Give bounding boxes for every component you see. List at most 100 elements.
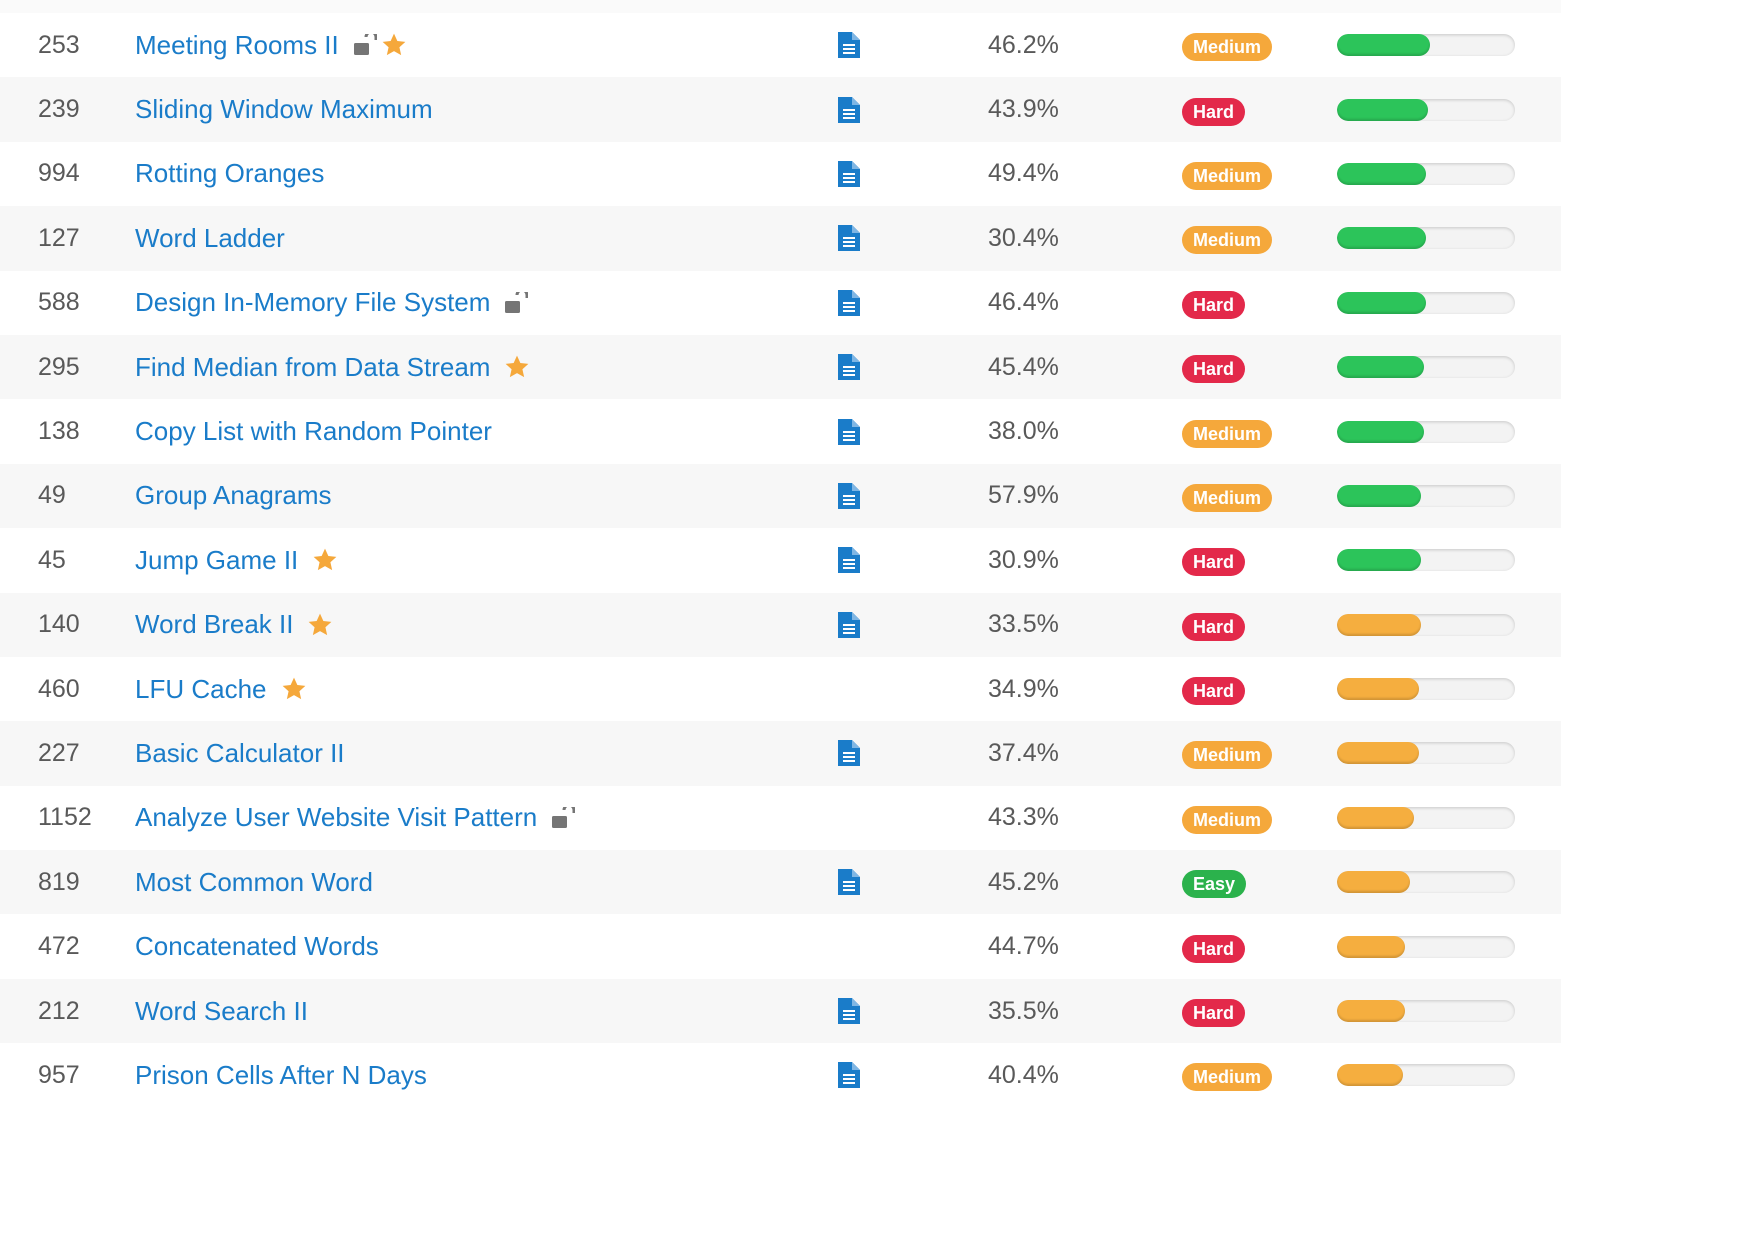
frequency-bar <box>1337 1064 1515 1087</box>
problem-title-link[interactable]: Copy List with Random Pointer <box>135 416 492 447</box>
problem-title-link[interactable]: Design In-Memory File System <box>135 287 490 318</box>
difficulty-badge: Medium <box>1182 805 1273 834</box>
difficulty-cell: Hard <box>1182 77 1246 141</box>
problem-id: 212 <box>38 996 80 1025</box>
problem-id: 253 <box>38 30 80 59</box>
frequency-cell <box>1337 206 1515 270</box>
difficulty-cell: Medium <box>1182 464 1273 528</box>
frequency-bar-fill <box>1337 162 1426 185</box>
solution-doc-icon[interactable] <box>838 96 860 123</box>
solution-cell <box>838 206 860 270</box>
frequency-cell <box>1337 399 1515 463</box>
problem-title-link[interactable]: Concatenated Words <box>135 931 379 962</box>
difficulty-badge: Hard <box>1182 290 1246 319</box>
problem-title-cell: Find Median from Data Stream <box>135 335 530 399</box>
acceptance-rate: 43.9% <box>988 95 1059 124</box>
problem-row: 239 Sliding Window Maximum 43.9% Hard <box>0 77 1561 142</box>
frequency-cell <box>1337 142 1515 206</box>
acceptance-rate: 38.0% <box>988 417 1059 446</box>
problem-id: 138 <box>38 417 80 446</box>
difficulty-badge: Medium <box>1182 226 1273 255</box>
solution-doc-icon[interactable] <box>838 32 860 59</box>
frequency-bar <box>1337 484 1515 507</box>
acceptance-rate: 30.9% <box>988 545 1059 574</box>
solution-doc-icon[interactable] <box>838 289 860 316</box>
difficulty-cell: Hard <box>1182 528 1246 592</box>
frequency-cell <box>1337 1043 1515 1107</box>
problem-title-link[interactable]: Rotting Oranges <box>135 158 324 189</box>
problem-title-link[interactable]: Find Median from Data Stream <box>135 352 490 383</box>
problem-id: 1152 <box>38 803 92 832</box>
star-icon <box>312 547 338 573</box>
frequency-bar <box>1337 613 1515 636</box>
problem-title-link[interactable]: Word Break II <box>135 609 293 640</box>
solution-doc-icon[interactable] <box>838 160 860 187</box>
lock-icon <box>551 806 576 829</box>
solution-doc-icon[interactable] <box>838 611 860 638</box>
difficulty-badge: Medium <box>1182 161 1273 190</box>
solution-doc-icon[interactable] <box>838 482 860 509</box>
problem-title-link[interactable]: Group Anagrams <box>135 480 332 511</box>
solution-doc-icon[interactable] <box>838 869 860 896</box>
lock-icon <box>353 34 377 56</box>
problem-title-link[interactable]: Word Ladder <box>135 223 285 254</box>
acceptance-rate: 33.5% <box>988 610 1059 639</box>
difficulty-badge: Medium <box>1182 1063 1273 1092</box>
difficulty-badge: Hard <box>1182 612 1246 641</box>
solution-doc-icon[interactable] <box>838 998 860 1025</box>
difficulty-badge: Easy <box>1182 870 1247 899</box>
solution-cell <box>838 593 860 657</box>
frequency-bar <box>1337 162 1515 185</box>
problem-title-cell: Sliding Window Maximum <box>135 77 433 141</box>
problem-title-link[interactable]: Analyze User Website Visit Pattern <box>135 802 537 833</box>
star-icon <box>381 32 407 58</box>
problem-title-link[interactable]: Sliding Window Maximum <box>135 94 433 125</box>
solution-doc-icon[interactable] <box>838 354 860 381</box>
solution-doc-icon[interactable] <box>838 225 860 252</box>
solution-doc-icon[interactable] <box>838 1062 860 1089</box>
problem-row: 819 Most Common Word 45.2% Easy <box>0 850 1561 915</box>
acceptance-rate: 46.2% <box>988 30 1059 59</box>
frequency-bar <box>1337 678 1515 701</box>
solution-cell <box>838 464 860 528</box>
difficulty-badge: Hard <box>1182 999 1246 1028</box>
solution-doc-icon[interactable] <box>838 418 860 445</box>
problem-title-link[interactable]: Most Common Word <box>135 867 373 898</box>
solution-doc-icon[interactable] <box>838 547 860 574</box>
frequency-bar-fill <box>1337 678 1419 701</box>
acceptance-rate: 44.7% <box>988 932 1059 961</box>
problem-row: 138 Copy List with Random Pointer 38.0% … <box>0 399 1561 464</box>
frequency-bar <box>1337 871 1515 894</box>
difficulty-badge: Medium <box>1182 483 1273 512</box>
problem-title-link[interactable]: Meeting Rooms II <box>135 30 339 61</box>
problem-title-link[interactable]: Jump Game II <box>135 545 298 576</box>
problem-title-link[interactable]: Basic Calculator II <box>135 738 345 769</box>
problem-row: 253 Meeting Rooms II 46.2% Medium <box>0 13 1561 78</box>
difficulty-cell: Hard <box>1182 335 1246 399</box>
solution-cell <box>838 13 860 77</box>
problem-title-link[interactable]: LFU Cache <box>135 674 267 705</box>
difficulty-badge: Hard <box>1182 934 1246 963</box>
difficulty-cell: Hard <box>1182 979 1246 1043</box>
solution-doc-icon[interactable] <box>838 740 860 767</box>
problem-row: 1152 Analyze User Website Visit Pattern … <box>0 785 1561 851</box>
difficulty-badge: Hard <box>1182 97 1246 126</box>
acceptance-rate: 35.5% <box>988 996 1059 1025</box>
frequency-bar-fill <box>1337 291 1426 314</box>
problem-title-cell: Design In-Memory File System <box>135 271 529 335</box>
problem-id: 295 <box>38 352 80 381</box>
frequency-cell <box>1337 464 1515 528</box>
acceptance-rate: 43.3% <box>988 803 1059 832</box>
solution-cell <box>838 850 860 914</box>
frequency-bar <box>1337 291 1515 314</box>
frequency-bar <box>1337 356 1515 379</box>
lock-icon <box>504 291 529 314</box>
acceptance-rate: 49.4% <box>988 159 1059 188</box>
frequency-cell <box>1337 657 1515 721</box>
star-icon <box>504 354 530 380</box>
problem-title-link[interactable]: Word Search II <box>135 996 308 1027</box>
problem-title-link[interactable]: Prison Cells After N Days <box>135 1060 427 1091</box>
frequency-bar-fill <box>1337 484 1421 507</box>
difficulty-cell: Easy <box>1182 850 1247 914</box>
frequency-bar-fill <box>1337 1064 1403 1087</box>
